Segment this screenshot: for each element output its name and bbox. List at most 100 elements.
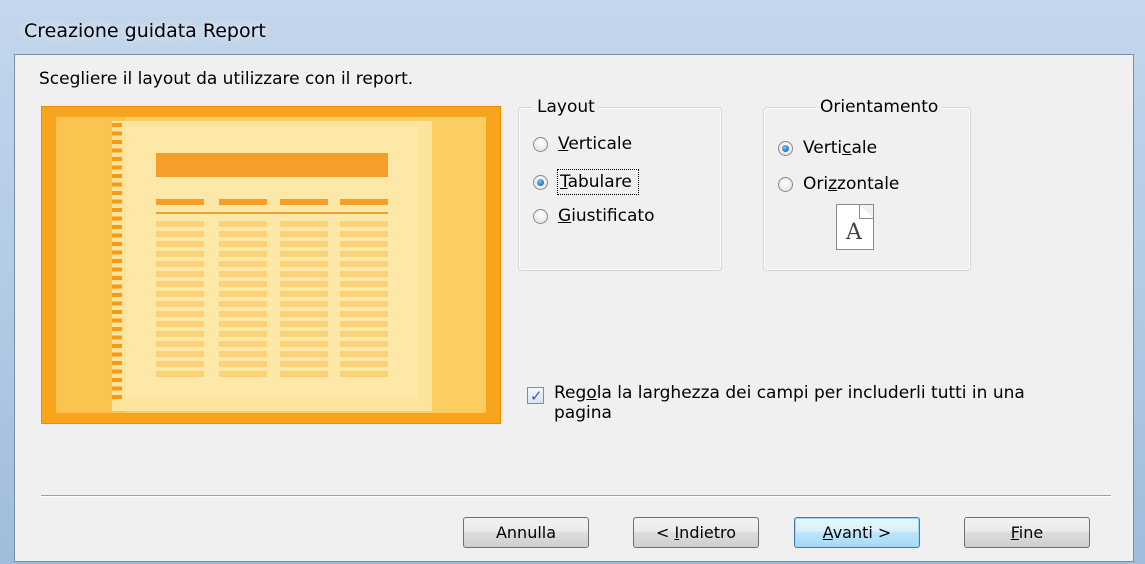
checkmark-icon: ✓ bbox=[530, 387, 543, 405]
table-cell-bar bbox=[340, 331, 388, 337]
binding-ring bbox=[112, 293, 122, 297]
report-preview-illustration bbox=[42, 107, 500, 423]
fit-fields-checkbox[interactable]: ✓ bbox=[527, 387, 544, 405]
binding-ring bbox=[112, 318, 122, 323]
radio-label: Orizzontale bbox=[803, 174, 900, 194]
table-cell-bar bbox=[340, 241, 388, 247]
table-cell-bar bbox=[156, 261, 204, 267]
table-cell-bar bbox=[340, 301, 388, 307]
finish-button-accel: F bbox=[1010, 523, 1019, 542]
layout-option-verticale[interactable]: Verticale bbox=[533, 134, 632, 154]
binding-ring bbox=[112, 395, 122, 399]
layout-groupbox: Layout Verticale Tabulare Giustificato bbox=[518, 97, 722, 271]
table-cell-bar bbox=[156, 361, 204, 367]
table-cell-bar bbox=[219, 231, 267, 237]
binding-ring bbox=[112, 250, 122, 255]
table-cell-bar bbox=[156, 321, 204, 327]
table-cell-bar bbox=[219, 261, 267, 267]
table-cell-bar bbox=[156, 311, 204, 317]
table-cell-bar bbox=[280, 261, 328, 267]
table-cell-bar bbox=[280, 221, 328, 227]
table-cell-bar bbox=[340, 321, 388, 327]
binding-ring bbox=[112, 276, 122, 280]
binding-ring bbox=[112, 335, 122, 340]
fit-fields-checkbox-row[interactable]: ✓ Regola la larghezza dei campi per incl… bbox=[527, 383, 1087, 423]
button-separator bbox=[41, 495, 1111, 497]
back-button-label-post: ndietro bbox=[679, 523, 737, 542]
binding-ring bbox=[112, 182, 122, 187]
binding-ring bbox=[112, 301, 122, 306]
table-cell-bar bbox=[156, 281, 204, 287]
table-cell-bar bbox=[219, 241, 267, 247]
binding-ring bbox=[112, 174, 122, 178]
table-cell-bar bbox=[219, 331, 267, 337]
radio-button-selected[interactable] bbox=[533, 174, 548, 190]
radio-label: Verticale bbox=[558, 134, 633, 154]
table-cell-bar bbox=[280, 281, 328, 287]
next-button[interactable]: Avanti > bbox=[794, 517, 920, 548]
binding-ring bbox=[112, 267, 122, 272]
table-cell-bar bbox=[340, 271, 388, 277]
table-cell-bar bbox=[219, 271, 267, 277]
dialog-client-area: Scegliere il layout da utilizzare con il… bbox=[14, 54, 1134, 562]
cancel-button-label: Annulla bbox=[495, 523, 557, 542]
table-cell-bar bbox=[156, 241, 204, 247]
table-cell-bar bbox=[156, 221, 204, 227]
table-cell-bar bbox=[340, 361, 388, 367]
layout-option-giustificato[interactable]: Giustificato bbox=[533, 206, 654, 226]
layout-option-tabulare[interactable]: Tabulare bbox=[533, 169, 639, 195]
table-cell-bar bbox=[219, 361, 267, 367]
page-fold bbox=[859, 205, 873, 219]
back-button[interactable]: < Indietro bbox=[633, 517, 759, 548]
binding-ring bbox=[112, 386, 122, 391]
binding-ring bbox=[112, 310, 122, 314]
binding-ring bbox=[112, 123, 122, 127]
table-cell-bar bbox=[340, 341, 388, 347]
layout-group-legend: Layout bbox=[533, 97, 599, 117]
orientation-group-legend: Orientamento bbox=[816, 97, 943, 117]
binding-ring bbox=[112, 327, 122, 331]
fit-fields-label: Regola la larghezza dei campi per includ… bbox=[554, 383, 1025, 423]
layout-preview-image bbox=[41, 106, 501, 424]
table-cell-bar bbox=[280, 241, 328, 247]
table-cell-bar bbox=[156, 271, 204, 277]
binding-ring bbox=[112, 378, 122, 382]
table-cell-bar bbox=[280, 271, 328, 277]
radio-button[interactable] bbox=[533, 208, 548, 224]
binding-ring bbox=[112, 191, 122, 195]
table-cell-bar bbox=[280, 321, 328, 327]
column-header-bar bbox=[280, 199, 328, 205]
table-cell-bar bbox=[280, 341, 328, 347]
radio-label: Tabulare bbox=[557, 169, 639, 195]
table-cell-bar bbox=[340, 371, 388, 377]
binding-ring bbox=[112, 259, 122, 263]
table-cell-bar bbox=[219, 321, 267, 327]
radio-button[interactable] bbox=[778, 176, 793, 192]
portrait-page-icon: A bbox=[836, 204, 874, 250]
radio-button[interactable] bbox=[533, 136, 548, 152]
table-cell-bar bbox=[156, 371, 204, 377]
binding-ring bbox=[112, 131, 122, 136]
table-cell-bar bbox=[280, 251, 328, 257]
orientation-option-verticale[interactable]: Verticale bbox=[778, 138, 877, 158]
cancel-button[interactable]: Annulla bbox=[463, 517, 589, 548]
binding-ring bbox=[112, 208, 122, 212]
table-cell-bar bbox=[156, 301, 204, 307]
binding-ring bbox=[112, 284, 122, 289]
table-cell-bar bbox=[280, 301, 328, 307]
radio-button-selected[interactable] bbox=[778, 140, 793, 156]
binding-ring bbox=[112, 361, 122, 365]
table-cell-bar bbox=[219, 291, 267, 297]
table-cell-bar bbox=[340, 351, 388, 357]
binding-ring bbox=[112, 242, 122, 246]
table-cell-bar bbox=[340, 231, 388, 237]
table-cell-bar bbox=[340, 251, 388, 257]
orientation-option-orizzontale[interactable]: Orizzontale bbox=[778, 174, 899, 194]
orientation-groupbox: Orientamento Verticale Orizzontale A bbox=[763, 97, 971, 271]
next-button-label: vanti > bbox=[832, 523, 892, 542]
table-cell-bar bbox=[156, 351, 204, 357]
radio-label: Giustificato bbox=[558, 206, 655, 226]
binding-ring bbox=[112, 157, 122, 161]
back-button-label-pre: < bbox=[655, 523, 675, 542]
finish-button[interactable]: Fine bbox=[964, 517, 1090, 548]
